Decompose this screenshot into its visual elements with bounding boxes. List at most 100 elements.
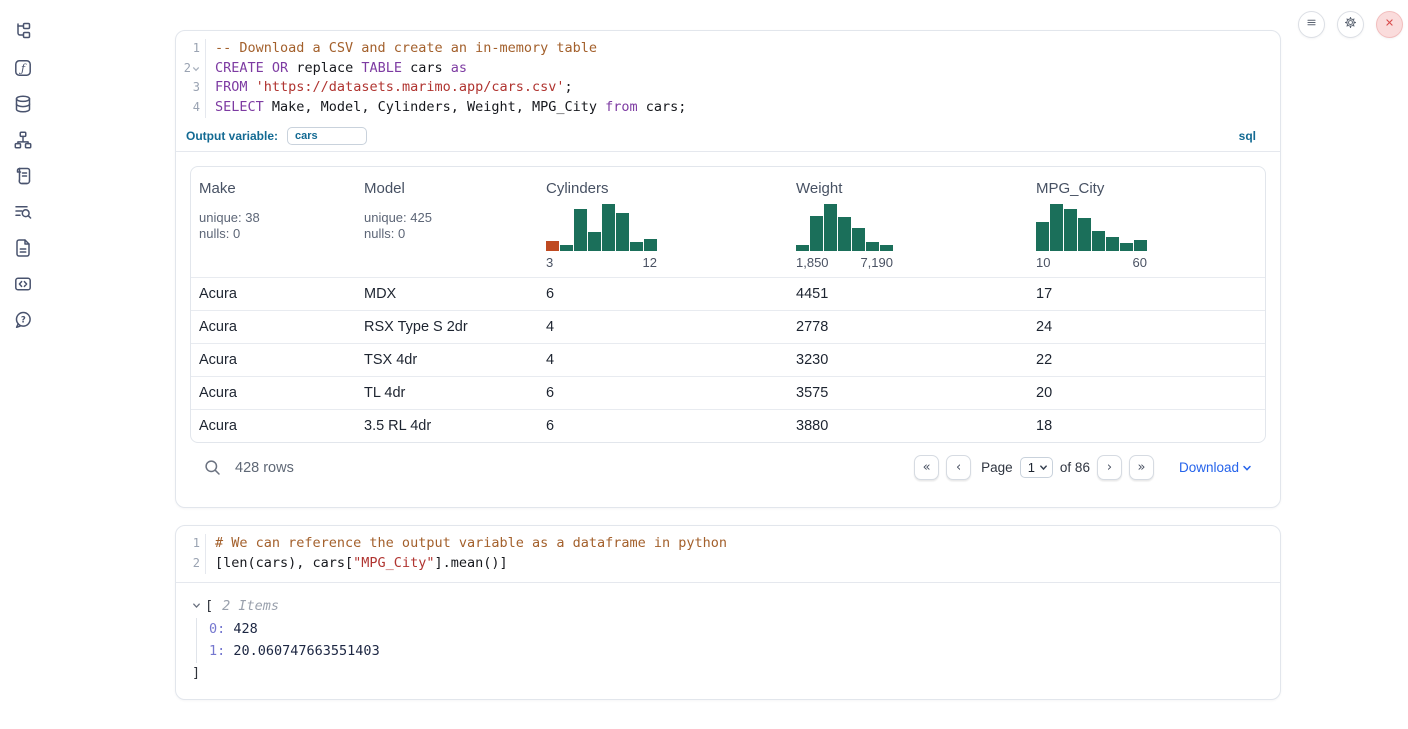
code-line: 3FROM 'https://datasets.marimo.app/cars.… — [176, 78, 1280, 98]
items-count-label: 2 Items — [222, 598, 279, 614]
histogram-bar — [588, 232, 601, 251]
entry-value: 428 — [225, 621, 258, 637]
table-row: AcuraRSX Type S 2dr4277824 — [191, 310, 1265, 343]
gear-button[interactable] — [1337, 11, 1364, 38]
histogram-bar — [574, 209, 587, 250]
table-cell: 22 — [1028, 343, 1265, 376]
sql-cell-output: Makeunique: 38nulls: 0Modelunique: 425nu… — [176, 152, 1280, 508]
histogram-bars — [796, 204, 893, 251]
cylinders-histogram: 312 — [546, 204, 657, 270]
table-cell: 2778 — [788, 310, 1028, 343]
column-header-make[interactable]: Makeunique: 38nulls: 0 — [191, 167, 356, 278]
axis-min-label: 3 — [546, 255, 553, 270]
table-cell: 24 — [1028, 310, 1265, 343]
table-cell: Acura — [191, 277, 356, 310]
snippets-icon[interactable] — [13, 274, 33, 294]
datasources-icon[interactable] — [13, 94, 33, 114]
table-cell: 6 — [538, 409, 788, 442]
axis-max-label: 60 — [1133, 255, 1147, 270]
close-button[interactable] — [1376, 11, 1403, 38]
table-cell: 4 — [538, 343, 788, 376]
column-title: Model — [364, 180, 530, 197]
histogram-bar — [1078, 218, 1091, 251]
svg-text:ƒ: ƒ — [18, 62, 27, 75]
histogram-bar — [616, 213, 629, 251]
table-cell: 3.5 RL 4dr — [356, 409, 538, 442]
helper-panel-sidebar: ƒ? — [0, 0, 46, 330]
line-number: 3 — [176, 78, 206, 98]
histogram-bars — [1036, 204, 1147, 251]
column-header-cylinders[interactable]: Cylinders 312 — [538, 167, 788, 278]
chevron-down-icon — [1039, 463, 1048, 472]
histogram-bar — [866, 242, 879, 250]
column-title: Weight — [796, 180, 1020, 197]
table-row: Acura3.5 RL 4dr6388018 — [191, 409, 1265, 442]
line-number: 2 — [176, 554, 206, 574]
column-header-mpg_city[interactable]: MPG_City 1060 — [1028, 167, 1265, 278]
histogram-bar — [546, 241, 559, 250]
table-cell: 18 — [1028, 409, 1265, 442]
dependency-graph-icon[interactable] — [13, 130, 33, 150]
mpg-city-histogram: 1060 — [1036, 204, 1147, 270]
close-icon — [1383, 16, 1396, 34]
last-page-button[interactable]: » — [1129, 455, 1154, 480]
histogram-axis-labels: 1,8507,190 — [796, 255, 893, 270]
table-cell: Acura — [191, 343, 356, 376]
fold-chevron-icon[interactable] — [192, 65, 200, 73]
prev-page-button[interactable]: ‹ — [946, 455, 971, 480]
first-page-button[interactable]: « — [914, 455, 939, 480]
table-cell: TSX 4dr — [356, 343, 538, 376]
output-variable-row: Output variable: sql — [176, 124, 1280, 152]
download-button[interactable]: Download — [1179, 460, 1252, 475]
column-header-model[interactable]: Model unique: 425nulls: 0 — [356, 167, 538, 278]
next-page-button[interactable]: › — [1097, 455, 1122, 480]
histogram-bars — [546, 204, 657, 251]
weight-histogram: 1,8507,190 — [796, 204, 893, 270]
unique-count: unique: 425 — [364, 210, 530, 227]
column-summary: unique: 38nulls: 0 — [199, 210, 348, 243]
collapse-chevron-icon[interactable] — [192, 601, 201, 610]
page-select[interactable]: 1 — [1020, 457, 1053, 478]
menu-button[interactable] — [1298, 11, 1325, 38]
column-title: MPG_City — [1036, 180, 1257, 197]
column-summary: unique: 425nulls: 0 — [364, 210, 530, 243]
column-header-weight[interactable]: Weight 1,8507,190 — [788, 167, 1028, 278]
page-label: Page — [981, 460, 1013, 475]
table-row: AcuraMDX6445117 — [191, 277, 1265, 310]
null-count: nulls: 0 — [199, 226, 348, 243]
code-line: 4SELECT Make, Model, Cylinders, Weight, … — [176, 98, 1280, 118]
histogram-bar — [796, 245, 809, 251]
table-cell: 3575 — [788, 376, 1028, 409]
column-title: Cylinders — [546, 180, 780, 197]
python-cell: 1# We can reference the output variable … — [175, 525, 1281, 699]
scratchpad-icon[interactable] — [13, 166, 33, 186]
python-cell-output: [ 2 Items 0: 4281: 20.060747663551403 ] — [176, 583, 1280, 699]
logs-icon[interactable] — [13, 202, 33, 222]
histogram-bar — [1064, 209, 1077, 251]
histogram-axis-labels: 312 — [546, 255, 657, 270]
table-cell: 4451 — [788, 277, 1028, 310]
help-chat-icon[interactable]: ? — [13, 310, 33, 330]
line-number: 2 — [176, 59, 206, 79]
line-number: 4 — [176, 98, 206, 118]
documentation-icon[interactable] — [13, 238, 33, 258]
bracket-open: [ — [205, 598, 213, 614]
entry-index: 1: — [209, 643, 225, 659]
file-tree-icon[interactable] — [13, 22, 33, 42]
variables-icon[interactable]: ƒ — [13, 58, 33, 78]
table-row: AcuraTSX 4dr4323022 — [191, 343, 1265, 376]
python-code-editor[interactable]: 1# We can reference the output variable … — [176, 526, 1280, 582]
histogram-bar — [560, 245, 573, 251]
sql-code-editor[interactable]: 1-- Download a CSV and create an in-memo… — [176, 31, 1280, 124]
histogram-bar — [880, 245, 893, 251]
notebook: 1-- Download a CSV and create an in-memo… — [175, 30, 1281, 700]
code-line: 1-- Download a CSV and create an in-memo… — [176, 39, 1280, 59]
table-cell: 17 — [1028, 277, 1265, 310]
histogram-bar — [824, 204, 837, 251]
output-variable-input[interactable] — [287, 127, 367, 145]
histogram-bar — [838, 217, 851, 251]
search-icon[interactable] — [204, 459, 221, 476]
histogram-bar — [602, 204, 615, 251]
code-line: 2CREATE OR replace TABLE cars as — [176, 59, 1280, 79]
notebook-actions — [1298, 11, 1403, 38]
